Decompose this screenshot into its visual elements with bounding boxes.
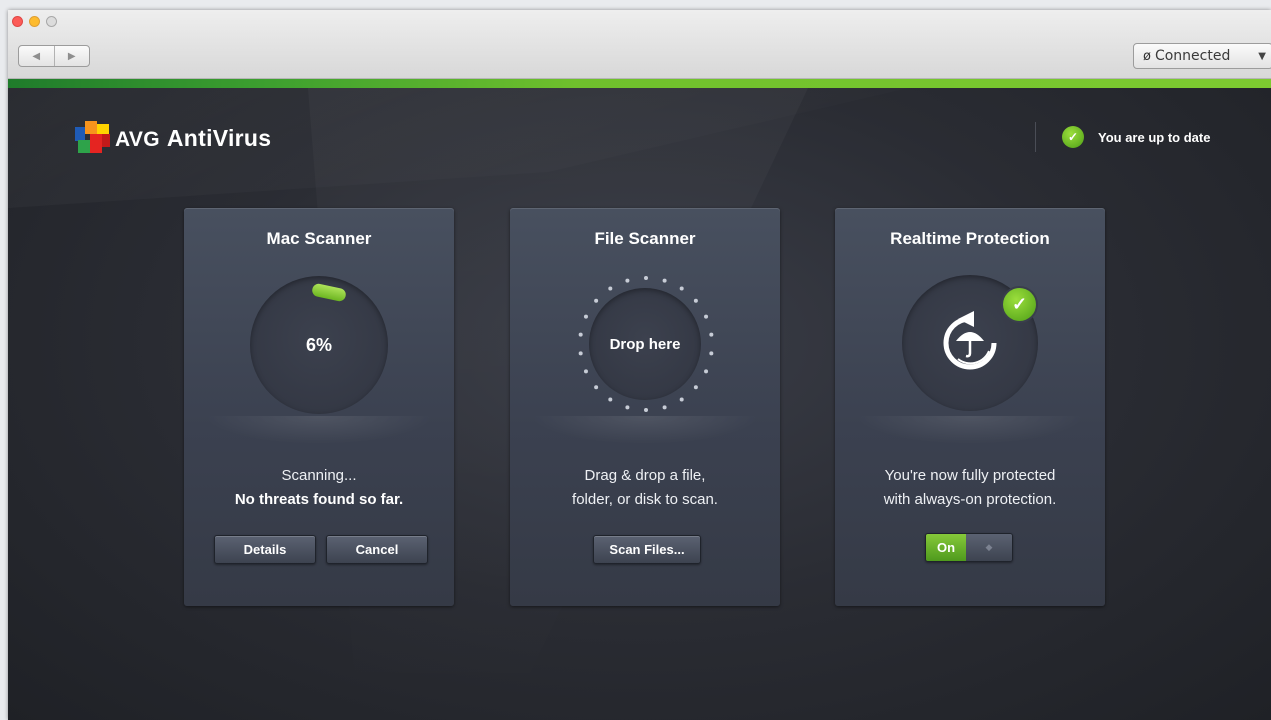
drop-zone-dot bbox=[693, 298, 698, 303]
drop-zone-label: Drop here bbox=[609, 335, 681, 353]
minimize-window-button[interactable] bbox=[29, 16, 40, 27]
connection-dropdown[interactable]: ø Connected ▼ bbox=[1133, 43, 1271, 69]
drop-zone-dot bbox=[644, 408, 648, 412]
drop-zone-dot bbox=[704, 369, 709, 374]
brand-name: AVG bbox=[115, 127, 160, 151]
realtime-protection-title: Realtime Protection bbox=[890, 229, 1050, 248]
right-arrow-icon: ▶ bbox=[67, 50, 76, 62]
scan-progress-dial: 6% bbox=[250, 276, 388, 414]
drop-zone-dot bbox=[583, 369, 588, 374]
protected-check-icon: ✓ bbox=[1003, 288, 1036, 321]
drop-zone-dot bbox=[583, 314, 588, 319]
scan-status-text: Scanning... bbox=[281, 467, 357, 484]
protection-desc-line2: with always-on protection. bbox=[883, 491, 1057, 508]
zoom-window-button[interactable] bbox=[46, 16, 57, 27]
close-window-button[interactable] bbox=[12, 16, 23, 27]
toggle-knob[interactable]: ◆ bbox=[966, 534, 1012, 561]
drop-zone-dot bbox=[578, 332, 583, 337]
threats-status-text: No threats found so far. bbox=[234, 491, 404, 508]
toggle-on-label: On bbox=[926, 534, 966, 561]
plug-icon: ø bbox=[1143, 48, 1151, 64]
file-scanner-desc-line2: folder, or disk to scan. bbox=[572, 491, 718, 508]
drop-zone-dot bbox=[608, 286, 613, 291]
realtime-protection-card: Realtime Protection ✓ You're now fully p… bbox=[835, 208, 1105, 606]
chevron-down-icon: ▼ bbox=[1258, 50, 1266, 62]
window-controls bbox=[12, 16, 57, 27]
drop-zone-dot bbox=[625, 405, 630, 410]
header-divider bbox=[1035, 122, 1036, 152]
drop-zone-dot bbox=[644, 276, 648, 280]
avg-logo-icon bbox=[75, 121, 111, 155]
drop-zone-dot bbox=[625, 278, 630, 283]
drop-zone-dot bbox=[594, 385, 599, 390]
scan-files-button[interactable]: Scan Files... bbox=[593, 535, 701, 564]
mac-scanner-card: Mac Scanner 6% Scanning... No threats fo… bbox=[184, 208, 454, 606]
check-icon: ✓ bbox=[1062, 126, 1084, 148]
product-name: AntiVirus bbox=[166, 124, 272, 151]
update-status: ✓ You are up to date bbox=[1062, 126, 1210, 148]
main-area: AVG AntiVirus ✓ You are up to date Mac Sc… bbox=[8, 88, 1271, 720]
drop-zone-dot bbox=[709, 351, 714, 356]
connection-label: Connected bbox=[1154, 48, 1231, 64]
drop-zone-dot bbox=[662, 278, 667, 283]
drop-zone-dot bbox=[578, 351, 583, 356]
scan-progress-text: 6% bbox=[305, 334, 332, 355]
left-arrow-icon: ◀ bbox=[32, 50, 41, 62]
file-scanner-title: File Scanner bbox=[594, 229, 696, 248]
mac-scanner-title: Mac Scanner bbox=[266, 229, 372, 248]
drop-zone-dot bbox=[679, 397, 684, 402]
drop-zone-dot bbox=[704, 314, 709, 319]
protection-toggle[interactable]: On ◆ bbox=[925, 533, 1013, 562]
accent-bar bbox=[8, 79, 1271, 88]
drop-zone[interactable]: Drop here bbox=[589, 288, 701, 400]
nav-buttons: ◀ ▶ bbox=[18, 45, 90, 67]
file-scanner-card: File Scanner Drop here Drag & drop a fil… bbox=[510, 208, 780, 606]
drop-zone-dot bbox=[679, 286, 684, 291]
drop-zone-dot bbox=[693, 385, 698, 390]
toggle-grip-icon: ◆ bbox=[985, 542, 993, 552]
drop-zone-dot bbox=[662, 405, 667, 410]
back-button[interactable]: ◀ bbox=[19, 46, 54, 66]
drop-zone-dot bbox=[709, 332, 714, 337]
protection-desc-line1: You're now fully protected bbox=[884, 467, 1056, 484]
file-scanner-desc-line1: Drag & drop a file, bbox=[584, 467, 706, 484]
app-window: ◀ ▶ ø Connected ▼ AVG AntiVirus ✓ You ar… bbox=[8, 10, 1271, 720]
drop-zone-dot bbox=[594, 298, 599, 303]
cancel-button[interactable]: Cancel bbox=[326, 535, 428, 564]
forward-button[interactable]: ▶ bbox=[53, 46, 90, 66]
app-logo: AVG AntiVirus bbox=[75, 121, 271, 155]
drop-zone-dot bbox=[608, 397, 613, 402]
title-bar: ◀ ▶ ø Connected ▼ bbox=[8, 10, 1271, 79]
details-button[interactable]: Details bbox=[214, 535, 316, 564]
update-status-text: You are up to date bbox=[1098, 129, 1211, 145]
